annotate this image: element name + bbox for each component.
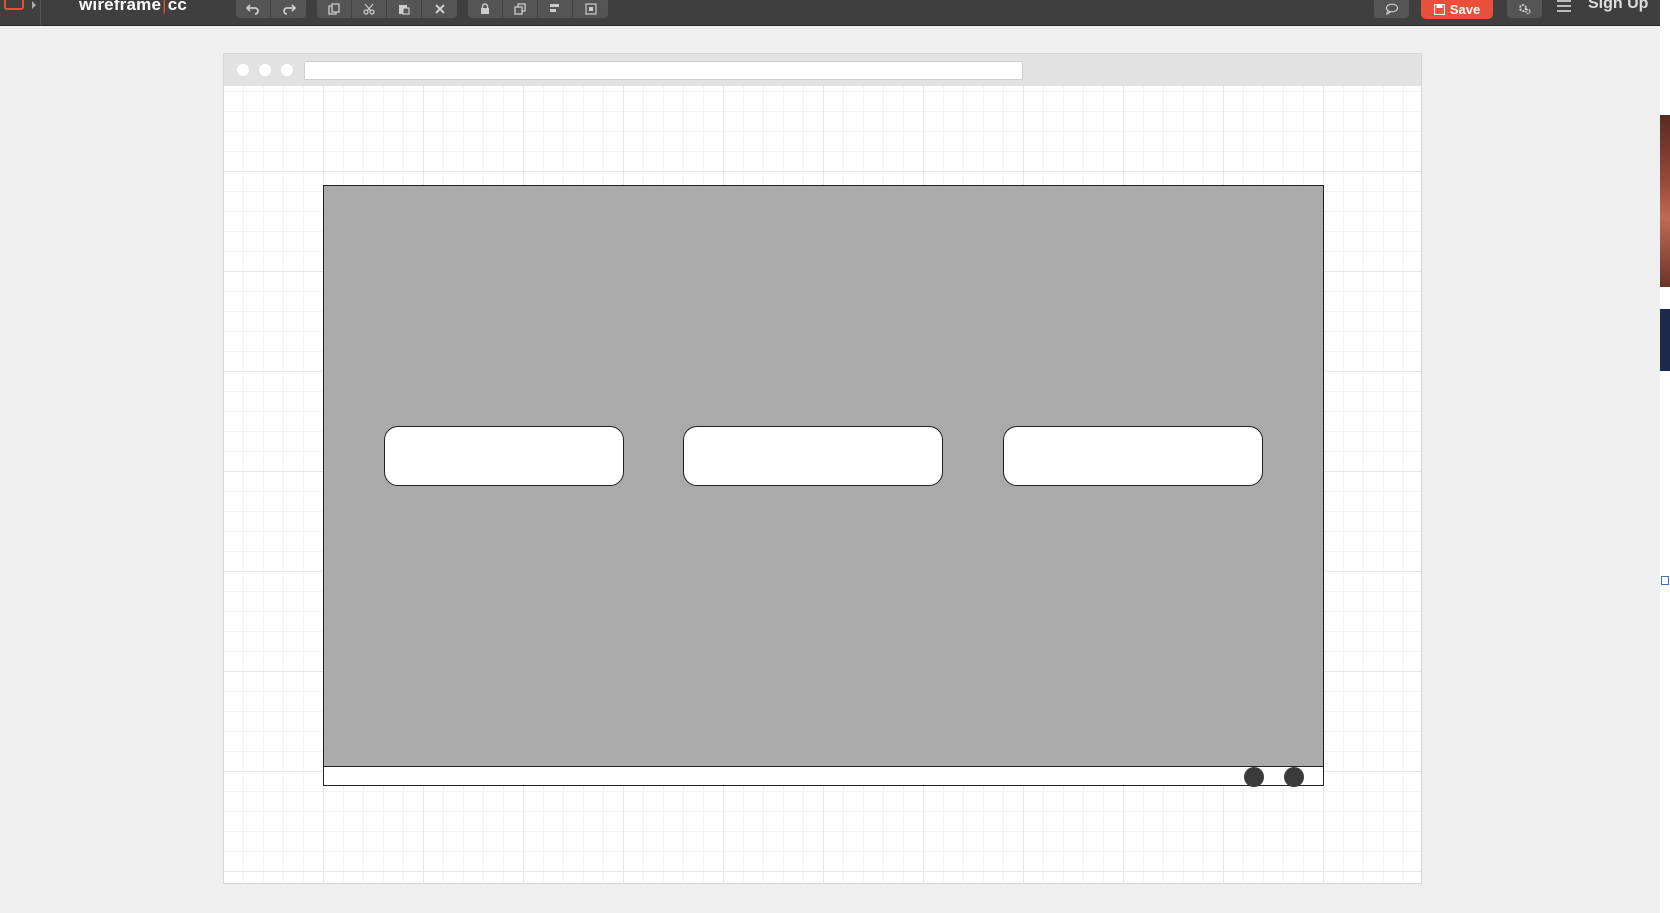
history-button-group [236,0,306,18]
sign-up-link[interactable]: Sign Up [1588,0,1648,13]
save-button-label: Save [1449,2,1481,17]
arrange-button-group [468,0,608,18]
carousel-card-3[interactable] [1003,426,1263,486]
background-page-photo [1660,115,1670,287]
duplicate-button[interactable] [503,0,538,18]
undo-button[interactable] [236,0,271,18]
paste-button[interactable] [387,0,422,18]
window-dot-close [237,64,249,76]
save-disk-icon [1433,4,1445,15]
rectangle-shape-icon [4,0,24,10]
logo-text-main: wireframe [79,0,162,14]
lock-icon [481,3,489,14]
comment-button[interactable] [1374,0,1409,18]
delete-button[interactable] [422,0,457,18]
settings-button-group [1507,0,1542,18]
delete-icon [434,4,445,14]
copy-button[interactable] [317,0,352,18]
align-left-button[interactable] [538,0,573,18]
carousel-indicator-2[interactable] [1284,767,1304,787]
caret-right-icon [32,1,36,9]
lock-button[interactable] [468,0,503,18]
address-bar[interactable] [304,61,1023,80]
hamburger-menu-icon[interactable] [1557,0,1571,12]
align-center-icon [584,3,597,15]
carousel-card-2[interactable] [683,426,943,486]
copy-icon [328,3,340,15]
cut-button[interactable] [352,0,387,18]
logo-text-cc: cc [167,0,188,14]
cut-icon [363,3,375,15]
window-dot-minimize [259,64,271,76]
align-center-button[interactable] [573,0,608,18]
shape-picker-button[interactable] [0,0,41,25]
redo-icon [282,4,296,15]
edit-button-group [317,0,457,18]
paste-icon [399,5,410,15]
gears-icon [1518,4,1531,15]
redo-button[interactable] [271,0,306,18]
window-dot-maximize [281,64,293,76]
align-left-icon [550,4,559,12]
duplicate-icon [514,3,526,15]
logo-separator: | [162,0,167,14]
background-page-banner [1660,309,1670,371]
settings-button[interactable] [1507,0,1542,18]
carousel-card-1[interactable] [384,426,624,486]
external-link-icon [1661,576,1669,585]
carousel-indicator-1[interactable] [1244,767,1264,787]
top-toolbar: wireframe|cc Save Sign Up [0,0,1660,26]
app-logo: wireframe|cc [79,0,187,15]
undo-icon [246,4,259,15]
carousel-wireframe[interactable] [323,185,1324,787]
browser-mockup-chrome [224,54,1421,87]
comment-button-group [1374,0,1409,18]
save-button[interactable]: Save [1421,0,1493,19]
comment-icon [1385,3,1398,15]
